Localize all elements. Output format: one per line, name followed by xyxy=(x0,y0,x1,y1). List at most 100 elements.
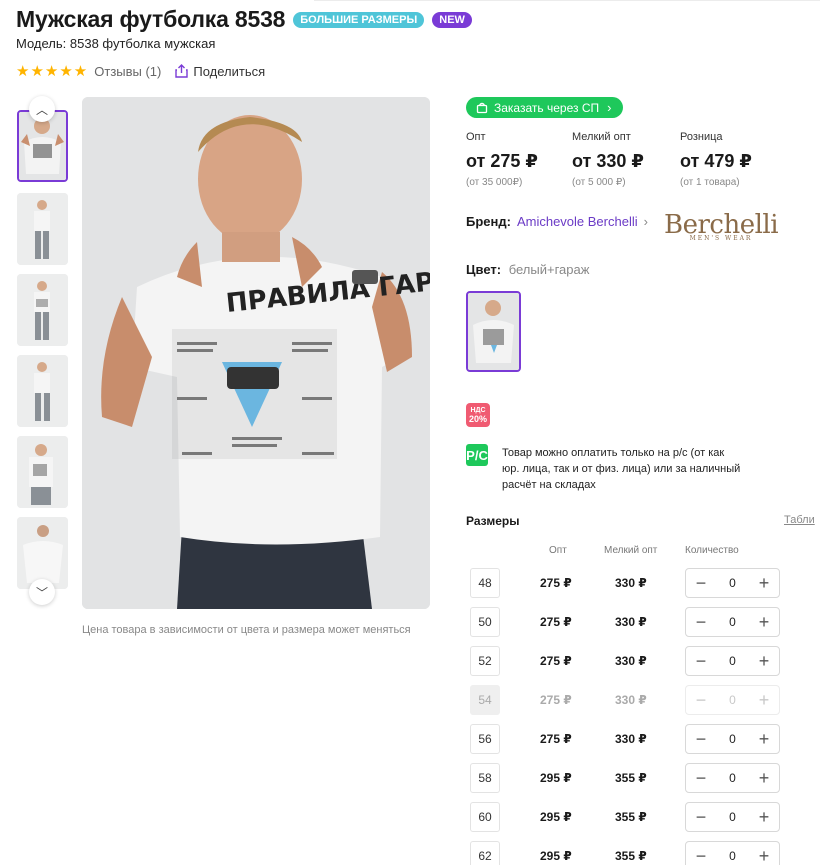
size-price-small: 355 ₽ xyxy=(615,849,647,863)
thumbnail-4[interactable] xyxy=(17,355,68,427)
plus-icon[interactable]: + xyxy=(757,652,771,670)
color-swatch-white-garage[interactable] xyxy=(466,291,521,372)
new-badge: NEW xyxy=(432,11,472,28)
minus-icon[interactable]: − xyxy=(694,769,708,787)
size-price-small: 330 ₽ xyxy=(615,693,647,707)
size-price-opt: 275 ₽ xyxy=(540,615,572,629)
size-cell[interactable]: 52 xyxy=(470,646,500,676)
chevron-right-icon: › xyxy=(607,100,612,115)
title-row: Мужская футболка 8538 БОЛЬШИЕ РАЗМЕРЫ NE… xyxy=(16,6,472,33)
size-price-small: 355 ₽ xyxy=(615,810,647,824)
product-title: Мужская футболка 8538 xyxy=(16,6,286,32)
size-price-opt: 275 ₽ xyxy=(540,732,572,746)
price-value: от 275 ₽ xyxy=(466,151,538,171)
plus-icon[interactable]: + xyxy=(757,730,771,748)
size-row: 58 295 ₽ 355 ₽ − 0 + xyxy=(470,763,800,793)
size-cell[interactable]: 62 xyxy=(470,841,500,865)
quantity-stepper[interactable]: − 0 + xyxy=(685,841,780,865)
size-row: 52 275 ₽ 330 ₽ − 0 + xyxy=(470,646,800,676)
size-table-link[interactable]: Табли xyxy=(784,514,815,526)
col-header-small: Мелкий опт xyxy=(604,545,658,556)
price-label: Опт xyxy=(466,131,486,143)
brand-link[interactable]: Amichevole Berchelli xyxy=(517,214,638,229)
col-header-qty: Количество xyxy=(685,545,739,556)
price-wholesale: Опт от 275 ₽ (от 35 000₽) xyxy=(466,131,538,188)
quantity-stepper[interactable]: − 0 + xyxy=(685,724,780,754)
quantity-stepper: − 0 + xyxy=(685,685,780,715)
quantity-value: 0 xyxy=(729,810,736,824)
brand-logo[interactable]: Berchelli MEN'S WEAR xyxy=(664,210,779,242)
price-variation-note: Цена товара в зависимости от цвета и раз… xyxy=(82,624,411,636)
size-row: 56 275 ₽ 330 ₽ − 0 + xyxy=(470,724,800,754)
minus-icon[interactable]: − xyxy=(694,574,708,592)
brand-row: Бренд: Amichevole Berchelli › Berchelli … xyxy=(466,210,779,242)
price-value: от 330 ₽ xyxy=(572,151,644,171)
thumbnail-3[interactable] xyxy=(17,274,68,346)
minus-icon[interactable]: − xyxy=(694,613,708,631)
quantity-stepper[interactable]: − 0 + xyxy=(685,802,780,832)
size-price-opt: 295 ₽ xyxy=(540,810,572,824)
size-cell[interactable]: 60 xyxy=(470,802,500,832)
size-row: 50 275 ₽ 330 ₽ − 0 + xyxy=(470,607,800,637)
plus-icon[interactable]: + xyxy=(757,847,771,865)
cart-icon xyxy=(476,102,488,113)
size-price-opt: 295 ₽ xyxy=(540,849,572,863)
size-price-small: 330 ₽ xyxy=(615,615,647,629)
size-cell[interactable]: 50 xyxy=(470,607,500,637)
size-row: 62 295 ₽ 355 ₽ − 0 + xyxy=(470,841,800,865)
plus-icon[interactable]: + xyxy=(757,808,771,826)
plus-icon[interactable]: + xyxy=(757,574,771,592)
quantity-value: 0 xyxy=(729,654,736,668)
price-label: Мелкий опт xyxy=(572,131,631,143)
rating-row: ★★★★★ Отзывы (1) Поделиться xyxy=(16,62,265,80)
plus-icon[interactable]: + xyxy=(757,613,771,631)
price-label: Розница xyxy=(680,131,723,143)
size-price-small: 355 ₽ xyxy=(615,771,647,785)
size-price-small: 330 ₽ xyxy=(615,576,647,590)
color-label: Цвет: xyxy=(466,262,502,277)
size-cell[interactable]: 48 xyxy=(470,568,500,598)
reviews-link[interactable]: Отзывы (1) xyxy=(94,64,161,79)
order-via-sp-label: Заказать через СП xyxy=(494,100,600,115)
quantity-value: 0 xyxy=(729,693,736,707)
price-min: (от 1 товара) xyxy=(680,177,740,188)
minus-icon[interactable]: − xyxy=(694,730,708,748)
size-cell: 54 xyxy=(470,685,500,715)
vat-badge-icon: НДС 20% xyxy=(466,403,490,427)
size-cell[interactable]: 56 xyxy=(470,724,500,754)
chevron-down-icon[interactable]: ﹀ xyxy=(29,579,55,605)
minus-icon[interactable]: − xyxy=(694,652,708,670)
price-min: (от 5 000 ₽) xyxy=(572,177,626,188)
quantity-stepper[interactable]: − 0 + xyxy=(685,568,780,598)
price-small-wholesale: Мелкий опт от 330 ₽ (от 5 000 ₽) xyxy=(572,131,644,188)
payment-info: Товар можно оплатить только на р/с (от к… xyxy=(502,447,741,491)
thumbnail-5[interactable] xyxy=(17,436,68,508)
share-icon xyxy=(175,64,189,78)
minus-icon[interactable]: − xyxy=(694,847,708,865)
size-row: 60 295 ₽ 355 ₽ − 0 + xyxy=(470,802,800,832)
order-via-sp-button[interactable]: Заказать через СП › xyxy=(466,97,624,118)
quantity-value: 0 xyxy=(729,576,736,590)
size-price-opt: 275 ₽ xyxy=(540,693,572,707)
quantity-value: 0 xyxy=(729,849,736,863)
product-model: Модель: 8538 футболка мужская xyxy=(16,36,216,51)
quantity-value: 0 xyxy=(729,771,736,785)
size-price-small: 330 ₽ xyxy=(615,654,647,668)
minus-icon: − xyxy=(695,690,707,710)
chevron-up-icon[interactable]: ︿ xyxy=(29,96,55,122)
product-main-image[interactable]: ПРАВИЛА ГАРАЖА xyxy=(82,97,430,609)
thumbnail-2[interactable] xyxy=(17,193,68,265)
big-sizes-badge: БОЛЬШИЕ РАЗМЕРЫ xyxy=(293,11,425,28)
quantity-stepper[interactable]: − 0 + xyxy=(685,607,780,637)
plus-icon[interactable]: + xyxy=(757,769,771,787)
price-value: от 479 ₽ xyxy=(680,151,752,171)
minus-icon[interactable]: − xyxy=(694,808,708,826)
color-value: белый+гараж xyxy=(508,262,590,277)
size-price-opt: 295 ₽ xyxy=(540,771,572,785)
quantity-stepper[interactable]: − 0 + xyxy=(685,763,780,793)
share-button[interactable]: Поделиться xyxy=(175,64,265,79)
size-cell[interactable]: 58 xyxy=(470,763,500,793)
col-header-opt: Опт xyxy=(549,545,567,556)
quantity-stepper[interactable]: − 0 + xyxy=(685,646,780,676)
product-photo: ПРАВИЛА ГАРАЖА xyxy=(82,97,430,609)
